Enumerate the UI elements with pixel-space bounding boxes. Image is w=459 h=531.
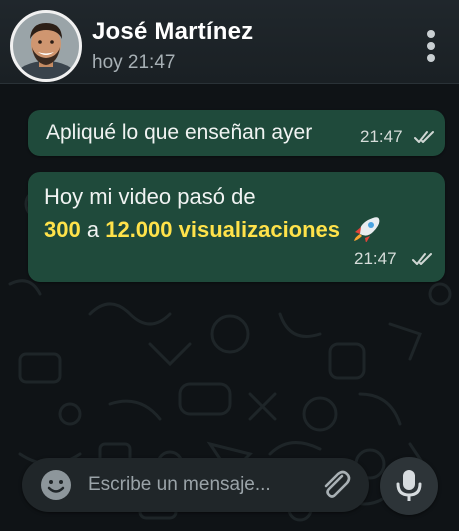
avatar-photo bbox=[13, 13, 79, 79]
chat-screen: José Martínez hoy 21:47 Apliqué lo que e… bbox=[0, 0, 459, 531]
message-time: 21:47 bbox=[354, 249, 397, 268]
chat-header[interactable]: José Martínez hoy 21:47 bbox=[0, 0, 459, 84]
message-time: 21:47 bbox=[360, 127, 403, 146]
message-highlight-line: 300 a 12.000 visualizaciones bbox=[44, 216, 382, 243]
vertical-dots-icon[interactable] bbox=[425, 28, 437, 64]
rocket-icon bbox=[354, 217, 380, 242]
message-input[interactable] bbox=[88, 471, 288, 499]
last-seen-status: hoy 21:47 bbox=[92, 52, 176, 73]
connector-word: a bbox=[86, 217, 100, 242]
message-composer[interactable] bbox=[22, 458, 369, 512]
paperclip-icon[interactable] bbox=[318, 468, 354, 502]
double-check-icon bbox=[412, 253, 432, 265]
message-bubble[interactable]: Apliqué lo que enseñan ayer 21:47 bbox=[28, 110, 445, 156]
message-text: Apliqué lo que enseñan ayer bbox=[46, 121, 313, 144]
avatar[interactable] bbox=[10, 10, 82, 82]
message-bubble[interactable]: Hoy mi video pasó de 300 a 12.000 visual… bbox=[28, 172, 445, 282]
smiley-icon[interactable] bbox=[40, 469, 72, 501]
double-check-icon bbox=[414, 131, 434, 143]
microphone-icon bbox=[396, 470, 422, 501]
highlight-from-count: 300 bbox=[44, 217, 81, 242]
highlight-to-count: 12.000 visualizaciones bbox=[105, 217, 341, 242]
contact-name: José Martínez bbox=[92, 18, 254, 45]
voice-record-button[interactable] bbox=[380, 457, 438, 515]
message-text: Hoy mi video pasó de bbox=[44, 184, 256, 209]
